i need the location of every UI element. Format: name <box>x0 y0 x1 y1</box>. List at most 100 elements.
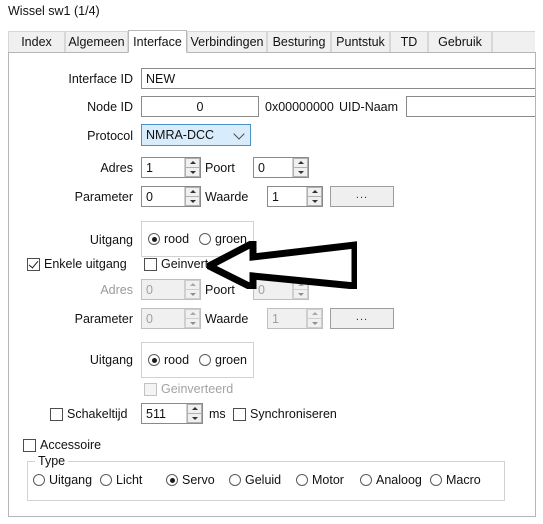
type-radio-motor[interactable]: Motor <box>296 473 344 487</box>
tab-interface[interactable]: Interface <box>128 30 187 53</box>
schakeltijd-spinner[interactable]: 511 <box>141 403 203 424</box>
output1-waarde-value: 1 <box>272 189 279 204</box>
type-radio-geluid-label: Geluid <box>245 473 282 487</box>
uid-name-label: UID-Naam <box>339 100 399 114</box>
output1-poort-value: 0 <box>258 160 265 175</box>
radio-dot-icon <box>100 474 112 486</box>
interface-id-input[interactable]: NEW <box>141 68 535 89</box>
spinner-up-button <box>307 309 322 319</box>
radio-dot-icon <box>229 474 241 486</box>
spinner-up-button[interactable] <box>187 404 202 414</box>
uid-name-input[interactable] <box>406 96 535 117</box>
output2-parameter-spin-buttons <box>184 309 200 328</box>
output2-poort-spin-buttons <box>292 280 308 299</box>
radio-dot-icon <box>33 474 45 486</box>
spinner-down-button[interactable] <box>307 197 322 206</box>
node-id-input[interactable]: 0 <box>141 96 259 117</box>
output1-parameter-label: Parameter <box>74 190 133 204</box>
schakeltijd-value: 511 <box>146 406 166 421</box>
protocol-label: Protocol <box>87 129 133 143</box>
output1-waarde-spinner[interactable]: 1 <box>267 186 323 207</box>
tab-index[interactable]: Index <box>8 31 65 52</box>
tab-besturing[interactable]: Besturing <box>267 31 331 52</box>
spinner-up-button <box>185 309 200 319</box>
output2-parameter-label: Parameter <box>74 312 133 326</box>
tab-verbindingen[interactable]: Verbindingen <box>187 31 267 52</box>
tab-gebruik[interactable]: Gebruik <box>428 31 492 52</box>
output1-radio-rood-label: rood <box>164 232 190 246</box>
type-radio-uitgang[interactable]: Uitgang <box>33 473 92 487</box>
geinverteerd-checkbox-1[interactable]: Geinverteerd <box>144 257 233 271</box>
output1-adres-value: 1 <box>146 160 153 175</box>
output2-waarde-label: Waarde <box>205 312 249 326</box>
output2-browse-button[interactable]: ... <box>330 308 394 329</box>
node-id-label: Node ID <box>87 100 133 114</box>
spinner-up-button[interactable] <box>307 187 322 197</box>
output2-poort-value: 0 <box>258 282 265 297</box>
accessoire-checkbox[interactable]: Accessoire <box>23 438 101 452</box>
spinner-up-button[interactable] <box>185 158 200 168</box>
output1-adres-spinner[interactable]: 1 <box>141 157 201 178</box>
checkbox-icon <box>23 438 36 452</box>
checkbox-icon <box>27 257 40 271</box>
output1-radio-groen[interactable]: groen <box>199 232 247 246</box>
spinner-up-button[interactable] <box>293 158 308 168</box>
enkele-uitgang-label: Enkele uitgang <box>44 257 127 271</box>
synchroniseren-label: Synchroniseren <box>250 407 337 421</box>
checkbox-icon <box>144 257 157 271</box>
protocol-select[interactable]: NMRA-DCC <box>141 124 251 146</box>
radio-dot-icon <box>430 474 442 486</box>
synchroniseren-checkbox[interactable]: Synchroniseren <box>233 407 337 421</box>
enkele-uitgang-checkbox[interactable]: Enkele uitgang <box>27 257 127 271</box>
output2-adres-label: Adres <box>100 283 133 297</box>
tab-filler <box>492 31 535 52</box>
type-radio-licht-label: Licht <box>116 473 143 487</box>
output1-radio-groen-label: groen <box>215 232 247 246</box>
spinner-up-button <box>293 280 308 290</box>
output2-radio-rood[interactable]: rood <box>148 353 189 367</box>
type-radio-licht[interactable]: Licht <box>100 473 142 487</box>
output2-adres-spin-buttons <box>184 280 200 299</box>
output1-poort-label: Poort <box>205 161 235 175</box>
tab-puntstuk[interactable]: Puntstuk <box>331 31 390 52</box>
output1-poort-spin-buttons <box>292 158 308 177</box>
output1-browse-button[interactable]: ... <box>330 186 394 207</box>
output1-poort-spinner[interactable]: 0 <box>253 157 309 178</box>
output2-poort-spinner: 0 <box>253 279 309 300</box>
output1-waarde-spin-buttons <box>306 187 322 206</box>
type-radio-analoog[interactable]: Analoog <box>360 473 422 487</box>
tab-td[interactable]: TD <box>390 31 428 52</box>
spinner-down-button[interactable] <box>185 168 200 177</box>
schakeltijd-checkbox[interactable]: Schakeltijd <box>50 407 127 421</box>
type-radio-analoog-label: Analoog <box>376 473 422 487</box>
type-radio-macro[interactable]: Macro <box>430 473 481 487</box>
output2-adres-value: 0 <box>146 282 153 297</box>
output2-radio-groen-label: groen <box>215 353 247 367</box>
geinverteerd-checkbox-2: Geinverteerd <box>144 382 233 396</box>
radio-dot-icon <box>148 233 160 245</box>
spinner-down-button <box>185 319 200 328</box>
type-radio-geluid[interactable]: Geluid <box>229 473 281 487</box>
type-radio-macro-label: Macro <box>446 473 481 487</box>
output2-radio-groen[interactable]: groen <box>199 353 247 367</box>
spinner-down-button <box>307 319 322 328</box>
checkbox-icon <box>144 382 157 396</box>
tab-algemeen[interactable]: Algemeen <box>65 31 128 52</box>
output1-adres-label: Adres <box>100 161 133 175</box>
type-radio-servo[interactable]: Servo <box>166 473 215 487</box>
radio-dot-icon <box>296 474 308 486</box>
spinner-down-button[interactable] <box>293 168 308 177</box>
spinner-down-button[interactable] <box>187 414 202 423</box>
output1-parameter-spinner[interactable]: 0 <box>141 186 201 207</box>
schakeltijd-label: Schakeltijd <box>67 407 128 421</box>
spinner-down-button[interactable] <box>185 197 200 206</box>
chevron-down-icon <box>233 128 245 140</box>
output2-poort-label: Poort <box>205 283 235 297</box>
output1-radio-rood[interactable]: rood <box>148 232 189 246</box>
output1-parameter-spin-buttons <box>184 187 200 206</box>
output2-parameter-spinner: 0 <box>141 308 201 329</box>
output2-parameter-value: 0 <box>146 311 153 326</box>
spinner-up-button <box>185 280 200 290</box>
spinner-up-button[interactable] <box>185 187 200 197</box>
output2-waarde-spinner: 1 <box>267 308 323 329</box>
